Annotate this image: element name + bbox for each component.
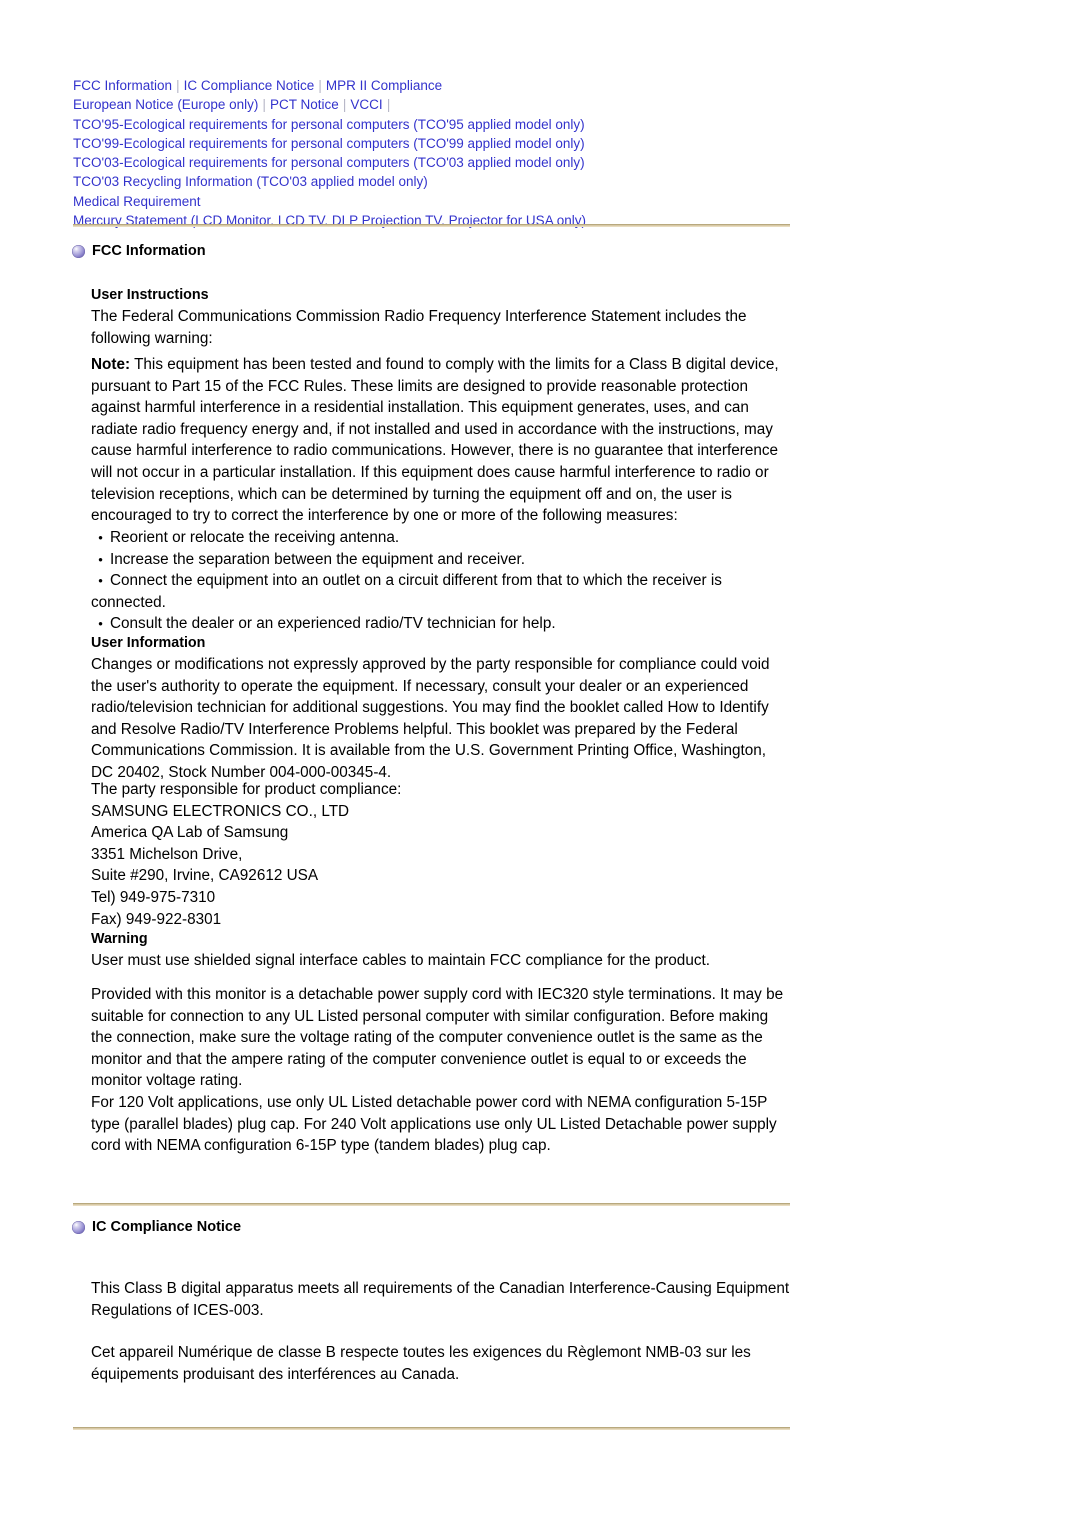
link-tco03-recycling[interactable]: TCO'03 Recycling Information (TCO'03 app…: [73, 174, 428, 189]
address-line: Tel) 949-975-7310: [91, 888, 216, 906]
address-line: The party responsible for product compli…: [91, 781, 402, 798]
list-corrective-measures: • Reorient or relocate the receiving ante…: [91, 527, 791, 635]
link-fcc-information[interactable]: FCC Information: [73, 78, 172, 93]
block-ic-english: This Class B digital apparatus meets all…: [91, 1278, 791, 1321]
paragraph-user-information: Changes or modifications not expressly a…: [91, 656, 770, 781]
nav-line-5: TCO'03-Ecological requirements for perso…: [73, 153, 973, 172]
link-medical-requirement[interactable]: Medical Requirement: [73, 194, 201, 209]
list-item-label: Reorient or relocate the receiving anten…: [110, 529, 400, 546]
link-european-notice[interactable]: European Notice (Europe only): [73, 97, 258, 112]
link-vcci[interactable]: VCCI: [350, 97, 382, 112]
link-mpr-ii-compliance[interactable]: MPR II Compliance: [326, 78, 442, 93]
nav-line-8: Mercury Statement (LCD Monitor, LCD TV, …: [73, 211, 973, 230]
list-item: • Reorient or relocate the receiving ante…: [91, 527, 791, 549]
list-item-label: Connect the equipment into an outlet on …: [91, 572, 722, 611]
block-fcc-measures: • Reorient or relocate the receiving ante…: [91, 527, 791, 635]
section-heading-label: FCC Information: [92, 243, 206, 259]
link-pct-notice[interactable]: PCT Notice: [270, 97, 339, 112]
address-line: 3351 Michelson Drive,: [91, 845, 243, 863]
nav-line-2: European Notice (Europe only) | PCT Notice…: [73, 95, 973, 114]
block-user-information: User Information Changes or modification…: [91, 633, 791, 784]
nav-separator: |: [318, 77, 322, 93]
paragraph-warning-cables: User must use shielded signal interface …: [91, 952, 710, 969]
list-item: • Connect the equipment into an outlet on…: [91, 570, 791, 613]
bullet-icon: •: [98, 573, 103, 589]
subheading-warning: Warning: [91, 931, 148, 947]
list-item: • Increase the separation between the equ…: [91, 549, 791, 571]
address-line: America QA Lab of Samsung: [91, 824, 289, 842]
document-page: FCC Information | IC Compliance Notice | MPR…: [0, 0, 1080, 1528]
divider-middle: [73, 1203, 790, 1206]
nav-line-4: TCO'99-Ecological requirements for perso…: [73, 134, 973, 153]
divider-top: [73, 224, 790, 227]
paragraph-voltage-applications: For 120 Volt applications, use only UL L…: [91, 1093, 777, 1155]
nav-separator: |: [176, 77, 180, 93]
subheading-user-information: User Information: [91, 635, 206, 651]
note-body: This equipment has been tested and found…: [91, 356, 779, 525]
nav-separator: |: [342, 96, 347, 113]
section-heading-fcc-information: FCC Information: [72, 243, 206, 259]
link-tco03[interactable]: TCO'03-Ecological requirements for perso…: [73, 155, 585, 170]
purple-orb-icon: [72, 1220, 85, 1234]
paragraph-fcc-note: Note: This equipment has been tested and…: [91, 354, 791, 527]
list-item-label: Consult the dealer or an experienced rad…: [110, 615, 556, 633]
paragraph-power-cord: Provided with this monitor is a detachab…: [91, 986, 784, 1090]
note-label: Note:: [91, 356, 131, 373]
address-line: SAMSUNG ELECTRONICS CO., LTD: [91, 802, 350, 820]
block-fcc-note: Note: This equipment has been tested and…: [91, 354, 791, 527]
block-responsible-party-address: The party responsible for product compli…: [91, 779, 791, 930]
subheading-user-instructions: User Instructions: [91, 287, 209, 303]
link-tco99[interactable]: TCO'99-Ecological requirements for perso…: [73, 136, 585, 151]
bullet-icon: •: [98, 551, 103, 567]
nav-line-7: Medical Requirement: [73, 192, 973, 211]
address-line: Suite #290, Irvine, CA92612 USA: [91, 867, 319, 885]
block-user-instructions: User Instructions The Federal Communicat…: [91, 285, 791, 349]
section-heading-ic-compliance-notice: IC Compliance Notice: [72, 1219, 241, 1235]
nav-line-1: FCC Information | IC Compliance Notice | MPR…: [73, 76, 973, 95]
link-tco95[interactable]: TCO'95-Ecological requirements for perso…: [73, 117, 585, 132]
block-ic-french: Cet appareil Numérique de classe B respe…: [91, 1342, 791, 1385]
section-heading-label: IC Compliance Notice: [92, 1219, 242, 1235]
block-power-cord-info: Provided with this monitor is a detachab…: [91, 984, 791, 1157]
nav-line-6: TCO'03 Recycling Information (TCO'03 app…: [73, 172, 973, 191]
nav-separator: |: [262, 96, 266, 113]
purple-orb-icon: [72, 244, 85, 258]
address-line: Fax) 949-922-8301: [91, 910, 222, 928]
bullet-icon: •: [98, 530, 103, 545]
block-warning: Warning User must use shielded signal in…: [91, 929, 791, 972]
bullet-icon: •: [98, 616, 103, 632]
nav-separator: |: [386, 96, 391, 113]
paragraph-fcc-intro: The Federal Communications Commission Ra…: [91, 308, 747, 347]
list-item: • Consult the dealer or an experienced ra…: [91, 613, 791, 635]
list-item-label: Increase the separation between the equi…: [110, 550, 525, 568]
section-link-list: FCC Information | IC Compliance Notice | MPR…: [73, 76, 973, 230]
paragraph-ic-english: This Class B digital apparatus meets all…: [91, 1280, 790, 1319]
nav-line-3: TCO'95-Ecological requirements for perso…: [73, 115, 973, 134]
paragraph-ic-french: Cet appareil Numérique de classe B respe…: [91, 1344, 751, 1383]
link-ic-compliance-notice[interactable]: IC Compliance Notice: [184, 78, 315, 93]
divider-bottom: [73, 1427, 790, 1430]
